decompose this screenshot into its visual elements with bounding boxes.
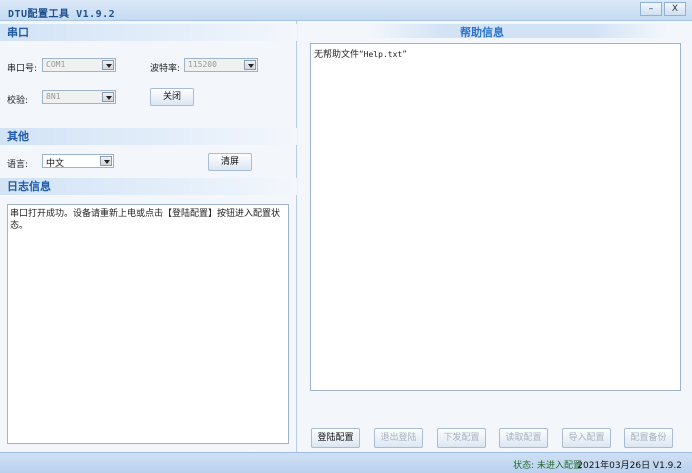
parity-select[interactable]: 8N1	[42, 90, 116, 104]
baud-label: 波特率:	[150, 64, 181, 74]
help-textarea[interactable]: 无帮助文件“Help.txt”	[310, 43, 681, 391]
chevron-down-icon[interactable]	[100, 156, 112, 166]
help-filename: Help.txt	[363, 50, 403, 59]
port-label: 串口号:	[7, 64, 38, 74]
parity-value: 8N1	[46, 92, 61, 101]
language-label: 语言:	[7, 160, 29, 170]
help-section-header: 帮助信息	[368, 24, 668, 39]
chevron-down-icon[interactable]	[102, 92, 114, 102]
language-select[interactable]: 中文	[42, 154, 114, 169]
log-text: 串口打开成功。设备请重新上电或点击【登陆配置】按钮进入配置状态。	[10, 209, 281, 231]
import-config-button[interactable]: 导入配置	[562, 428, 611, 448]
help-suffix: ”	[402, 50, 407, 60]
date-version: 2021年03月26日 V1.9.2	[577, 461, 682, 471]
read-config-button[interactable]: 读取配置	[499, 428, 548, 448]
logout-button[interactable]: 退出登陆	[374, 428, 423, 448]
title-bar: DTU配置工具 V1.9.2 – X	[0, 0, 692, 21]
window-controls: – X	[640, 2, 686, 16]
port-select[interactable]: COM1	[42, 58, 116, 72]
close-port-button[interactable]: 关闭	[150, 88, 194, 106]
chevron-down-icon[interactable]	[244, 60, 256, 70]
download-config-button[interactable]: 下发配置	[437, 428, 486, 448]
login-config-button[interactable]: 登陆配置	[311, 428, 360, 448]
log-textarea[interactable]: 串口打开成功。设备请重新上电或点击【登陆配置】按钮进入配置状态。	[7, 204, 289, 444]
window-title: DTU配置工具 V1.9.2	[8, 9, 116, 20]
left-panel: 串口 串口号: COM1 波特率: 115200 校验: 8N1 关闭 其他 语…	[0, 21, 297, 452]
language-value: 中文	[46, 159, 65, 169]
port-value: COM1	[46, 60, 66, 69]
status-bar: 状态: 未进入配置 2021年03月26日 V1.9.2	[0, 452, 692, 473]
baud-select[interactable]: 115200	[184, 58, 258, 72]
chevron-down-icon[interactable]	[102, 60, 114, 70]
config-state: 状态: 未进入配置	[513, 461, 582, 471]
log-section-header: 日志信息	[0, 178, 297, 195]
help-header-label: 帮助信息	[460, 26, 504, 39]
serial-section-header: 串口	[0, 24, 297, 41]
baud-value: 115200	[188, 60, 217, 69]
clear-screen-button[interactable]: 清屏	[208, 153, 252, 171]
minimize-button[interactable]: –	[640, 2, 662, 16]
other-section-header: 其他	[0, 128, 297, 145]
close-button[interactable]: X	[664, 2, 686, 16]
right-panel: 帮助信息 无帮助文件“Help.txt” 登陆配置 退出登陆 下发配置 读取配置…	[298, 21, 692, 452]
parity-label: 校验:	[7, 96, 29, 106]
help-prefix: 无帮助文件“	[314, 50, 364, 60]
backup-config-button[interactable]: 配置备份	[624, 428, 673, 448]
